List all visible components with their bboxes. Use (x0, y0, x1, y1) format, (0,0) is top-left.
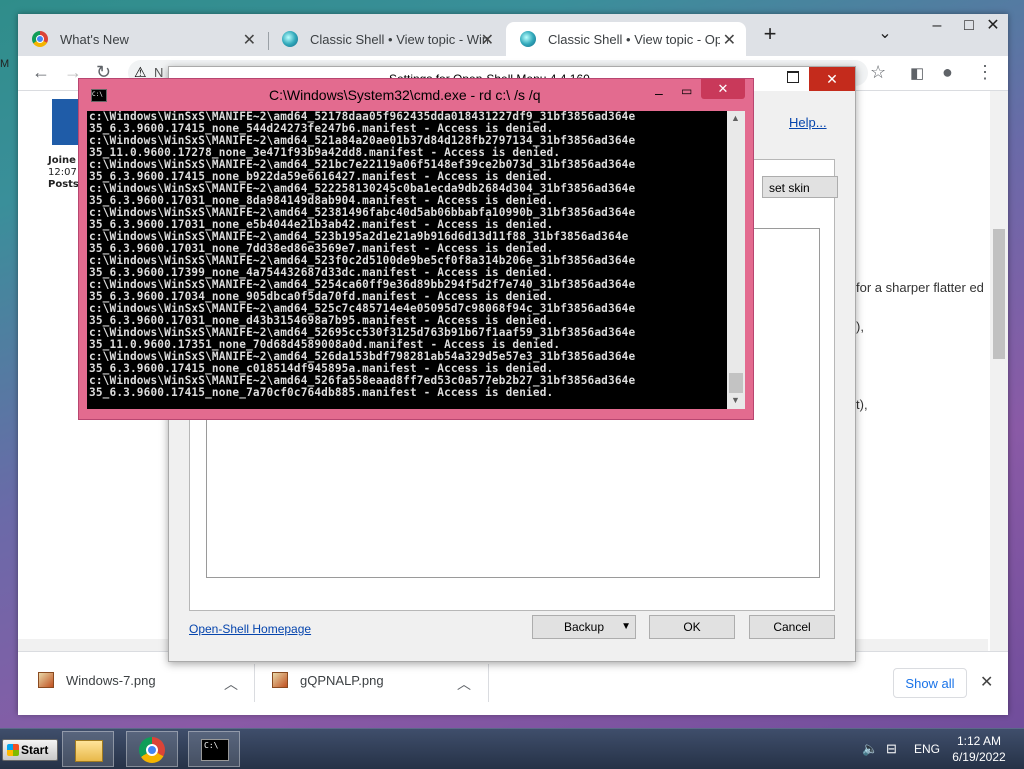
start-button[interactable]: Start (2, 739, 58, 761)
scrollbar-thumb[interactable] (729, 373, 743, 393)
clock-date: 6/19/2022 (952, 750, 1006, 764)
clock[interactable]: 1:12 AM 6/19/2022 (944, 733, 1014, 765)
language-indicator[interactable]: ENG (914, 742, 940, 756)
minimize-icon[interactable]: – (655, 85, 663, 101)
reset-skin-button[interactable]: set skin (762, 176, 838, 198)
forum-time: 12:07 (48, 167, 77, 178)
tab-title: Classic Shell • View topic - Opaq (548, 31, 720, 47)
chevron-up-icon[interactable]: ︿ (224, 674, 238, 694)
scrollbar-thumb[interactable] (993, 229, 1005, 359)
forum-joined-label: Joine (48, 155, 76, 166)
tab-title: Classic Shell • View topic - Windo (310, 31, 488, 47)
tab-search-button[interactable]: ⌄ (868, 26, 902, 42)
post-text-fragment: for a sharper flatter ed (856, 280, 984, 295)
download-item[interactable]: Windows-7.png (38, 672, 156, 688)
forum-posts-label: Posts (48, 179, 79, 190)
menu-icon[interactable]: ⋮ (976, 62, 994, 83)
backup-button[interactable]: Backup ▼ (532, 615, 636, 639)
chrome-icon (32, 31, 48, 47)
maximize-icon[interactable] (787, 71, 799, 83)
clock-time: 1:12 AM (956, 734, 1002, 748)
tab-title: What's New (60, 31, 129, 47)
shell-icon (520, 31, 536, 47)
bookmark-star-icon[interactable]: ☆ (870, 62, 886, 83)
close-window-button[interactable]: ✕ (976, 18, 1010, 34)
cmd-icon: C:\ (91, 89, 107, 102)
close-downloads-icon[interactable]: ✕ (980, 672, 993, 692)
network-icon[interactable]: ⊟ (886, 741, 897, 757)
ok-button[interactable]: OK (649, 615, 735, 639)
close-tab-icon[interactable]: ✕ (481, 30, 494, 50)
cancel-button[interactable]: Cancel (749, 615, 835, 639)
maximize-icon[interactable]: ▭ (681, 84, 692, 98)
scroll-up-icon[interactable]: ▲ (731, 113, 740, 123)
image-file-icon (38, 672, 54, 688)
cmd-window: C:\ C:\Windows\System32\cmd.exe - rd c:\… (78, 78, 754, 420)
profile-icon[interactable]: ● (942, 62, 953, 83)
shell-icon (282, 31, 298, 47)
post-text-fragment: t), (856, 397, 868, 412)
download-item[interactable]: gQPNALP.png (272, 672, 384, 688)
page-scrollbar[interactable] (990, 91, 1008, 651)
image-file-icon (272, 672, 288, 688)
new-tab-button[interactable]: + (753, 23, 787, 45)
chrome-icon (139, 737, 165, 763)
download-name: Windows-7.png (66, 672, 156, 688)
taskbar: Start C:\ 🔈 ⊟ ENG 1:12 AM 6/19/2022 (0, 728, 1024, 769)
back-icon[interactable]: ← (32, 62, 50, 83)
start-label: Start (21, 743, 49, 757)
windows-logo-icon (7, 744, 19, 756)
console-output[interactable]: c:\Windows\WinSxS\MANIFE~2\amd64_52178da… (87, 111, 727, 409)
cmd-icon: C:\ (201, 739, 229, 761)
console-text: c:\Windows\WinSxS\MANIFE~2\amd64_52178da… (89, 111, 636, 399)
show-all-button[interactable]: Show all (893, 668, 967, 698)
backup-label: Backup (563, 620, 605, 634)
speaker-muted-icon[interactable]: 🔈 (862, 741, 878, 757)
dialog-close-button[interactable]: ✕ (809, 67, 855, 91)
close-tab-icon[interactable]: ✕ (723, 30, 736, 50)
taskbar-cmd[interactable]: C:\ (188, 731, 240, 767)
tab-strip: What's New ✕ Classic Shell • View topic … (18, 14, 1008, 56)
scroll-down-icon[interactable]: ▼ (731, 395, 740, 405)
cmd-titlebar: C:\ C:\Windows\System32\cmd.exe - rd c:\… (79, 79, 753, 107)
desktop-fragment: M (0, 58, 10, 70)
download-name: gQPNALP.png (300, 672, 384, 688)
tab-whats-new[interactable]: What's New ✕ (18, 22, 266, 56)
help-link[interactable]: Help... (789, 115, 827, 130)
tab-classic-shell-opaq[interactable]: Classic Shell • View topic - Opaq ✕ (506, 22, 746, 56)
close-tab-icon[interactable]: ✕ (243, 30, 256, 50)
cmd-title: C:\Windows\System32\cmd.exe - rd c:\ /s … (269, 87, 541, 103)
homepage-link[interactable]: Open-Shell Homepage (189, 622, 311, 636)
cmd-close-button[interactable]: ✕ (701, 79, 745, 99)
taskbar-chrome[interactable] (126, 731, 178, 767)
console-scrollbar[interactable]: ▲ ▼ (727, 111, 745, 409)
minimize-button[interactable]: – (920, 18, 954, 34)
taskbar-file-explorer[interactable] (62, 731, 114, 767)
post-text-fragment: ), (856, 319, 864, 334)
tab-classic-shell-windo[interactable]: Classic Shell • View topic - Windo ✕ (268, 22, 504, 56)
dropdown-arrow-icon: ▼ (621, 621, 631, 632)
side-panel-icon[interactable]: ◧ (910, 64, 924, 82)
chevron-up-icon[interactable]: ︿ (457, 674, 471, 694)
folder-icon (75, 740, 103, 762)
